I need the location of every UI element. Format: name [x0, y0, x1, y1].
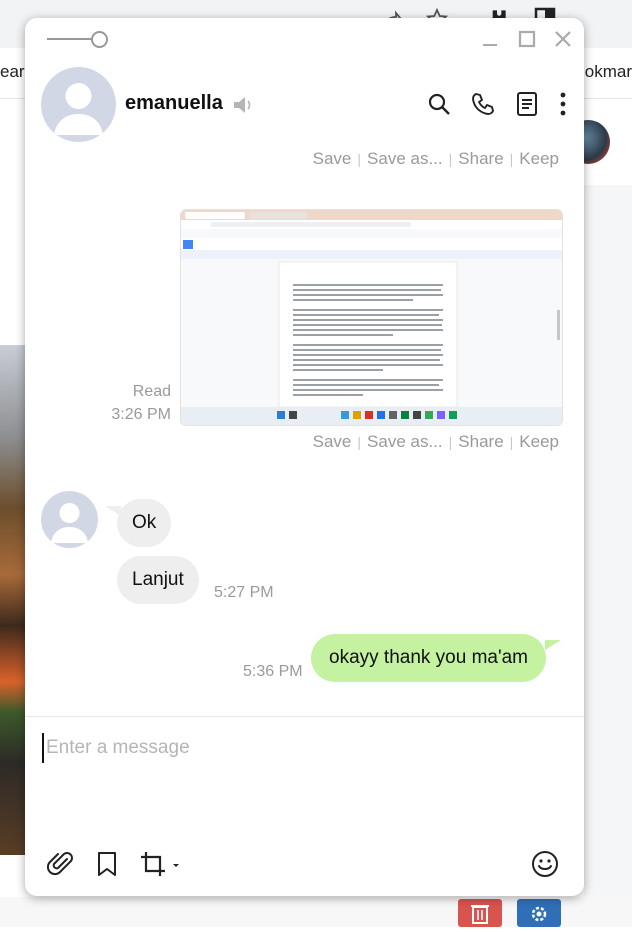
incoming-message[interactable]: Ok: [117, 499, 172, 547]
share-link[interactable]: Share: [458, 152, 503, 168]
outgoing-bubble-tail: [545, 640, 561, 650]
chat-header: emanuella: [25, 62, 584, 152]
read-receipt: Read 3:26 PM: [111, 380, 171, 426]
attach-icon[interactable]: [47, 850, 75, 878]
save-link[interactable]: Save: [313, 432, 352, 451]
title-bar[interactable]: [25, 18, 584, 62]
default-avatar-icon: [51, 503, 88, 543]
delete-button[interactable]: [458, 899, 502, 927]
incoming-message[interactable]: Lanjut: [117, 556, 199, 604]
composer: [25, 717, 584, 896]
message-input[interactable]: [42, 733, 568, 763]
opacity-slider-knob[interactable]: [91, 31, 108, 48]
default-avatar-icon: [54, 83, 103, 135]
save-as-link[interactable]: Save as...: [367, 432, 443, 451]
image-timestamp: 3:26 PM: [111, 406, 171, 423]
keep-link[interactable]: Keep: [519, 432, 559, 451]
message-list[interactable]: Save | Save as... | Share | Keep Read 3:…: [25, 152, 584, 716]
chat-window: emanuella Save | Save as... | Share | Keep: [25, 18, 584, 896]
sender-avatar[interactable]: [41, 491, 98, 548]
incoming-timestamp: 5:27 PM: [214, 584, 274, 601]
phone-icon[interactable]: [470, 91, 496, 117]
minimize-icon[interactable]: [479, 28, 501, 50]
save-link[interactable]: Save: [313, 152, 352, 168]
background-action-row: [0, 897, 632, 927]
image-attachment[interactable]: [180, 209, 563, 426]
emoji-icon[interactable]: [531, 850, 559, 878]
outgoing-timestamp: 5:36 PM: [243, 663, 303, 680]
read-label: Read: [132, 383, 171, 400]
file-actions-previous: Save | Save as... | Share | Keep: [313, 152, 559, 169]
save-as-link[interactable]: Save as...: [367, 152, 443, 168]
background-side-panel: [584, 185, 632, 927]
file-actions: Save | Save as... | Share | Keep: [312, 432, 559, 451]
search-icon[interactable]: [426, 91, 452, 117]
profile-avatar[interactable]: [41, 67, 116, 142]
contact-name[interactable]: emanuella: [125, 92, 223, 115]
bookmark-icon[interactable]: [95, 850, 119, 878]
more-icon[interactable]: [558, 91, 568, 117]
notes-icon[interactable]: [515, 91, 539, 117]
trash-icon: [471, 905, 489, 924]
gear-icon: [531, 906, 547, 922]
settings-button[interactable]: [517, 899, 561, 927]
capture-icon[interactable]: [139, 850, 181, 878]
close-icon[interactable]: [552, 28, 574, 50]
bookmark-right-text[interactable]: okmar: [585, 62, 632, 82]
share-link[interactable]: Share: [458, 432, 503, 451]
maximize-icon[interactable]: [516, 28, 538, 50]
keep-link[interactable]: Keep: [519, 152, 559, 168]
screenshot-thumbnail: [181, 210, 562, 425]
speaker-icon[interactable]: [232, 95, 254, 115]
outgoing-message[interactable]: okayy thank you ma'am: [311, 634, 546, 682]
